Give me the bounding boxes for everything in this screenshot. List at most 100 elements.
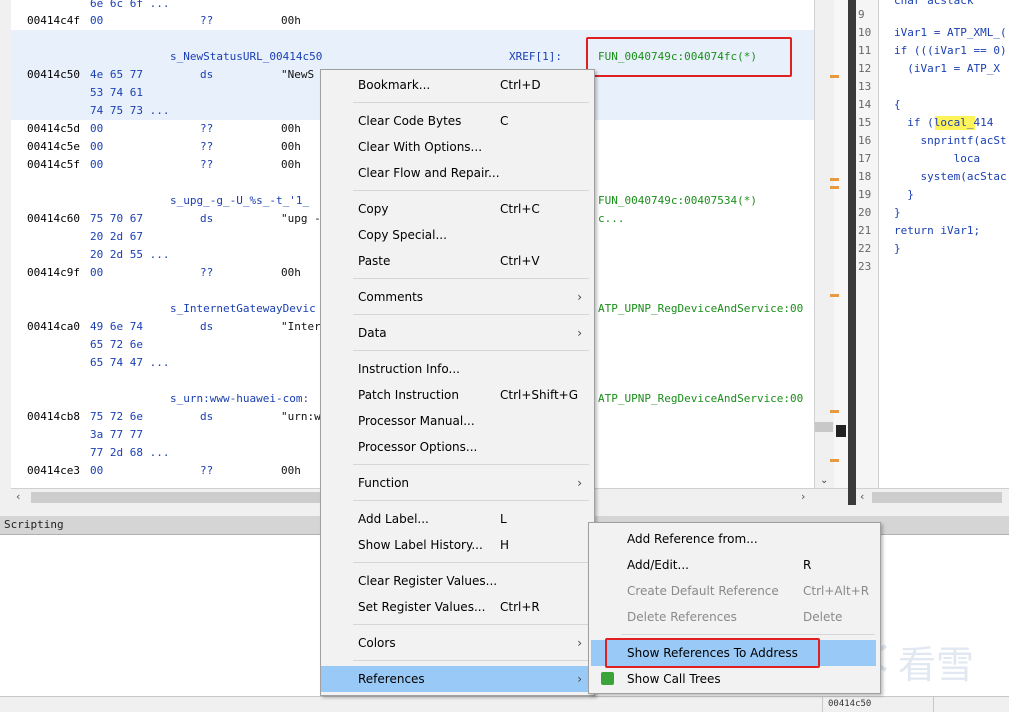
bytes-cell[interactable]: 65 72 6e [90, 336, 143, 354]
code-line[interactable]: iVar1 = ATP_XML_( [894, 24, 1007, 42]
operand-cell[interactable]: "NewS [281, 66, 314, 84]
menu-item-references[interactable]: References › [321, 666, 592, 692]
code-line[interactable]: system(acStac [894, 168, 1006, 186]
bytes-cell[interactable]: 00 [90, 12, 103, 30]
menu-item-copy-special[interactable]: Copy Special... [321, 222, 592, 248]
references-submenu[interactable]: Add Reference from... Add/Edit... R Create … [588, 522, 881, 694]
operand-cell[interactable]: 00h [281, 12, 301, 30]
menu-item-clear-flow-and-repair[interactable]: Clear Flow and Repair... [321, 160, 592, 186]
menu-item-clear-register-values[interactable]: Clear Register Values... [321, 568, 592, 594]
mnemonic-cell[interactable]: ?? [200, 12, 213, 30]
address-cell[interactable]: 00414c5f [27, 156, 80, 174]
bytes-cell[interactable]: 4e 65 77 [90, 66, 143, 84]
operand-cell[interactable]: 00h [281, 462, 301, 480]
hscroll-thumb[interactable] [872, 492, 1002, 503]
overview-marker[interactable] [830, 178, 839, 181]
address-cell[interactable]: 00414c5d [27, 120, 80, 138]
bytes-cell[interactable]: 00 [90, 462, 103, 480]
label-cell[interactable]: s_upg_-g_-U_%s_-t_'1_ [170, 192, 309, 210]
xref-link[interactable]: FUN_0040749c:00407534(*) [598, 192, 757, 210]
bytes-cell[interactable]: 74 75 73 ... [90, 102, 169, 120]
operand-cell[interactable]: "upg - [281, 210, 321, 228]
menu-item-colors[interactable]: Colors › [321, 630, 592, 656]
submenu-item-delete-references[interactable]: Delete References Delete [589, 604, 878, 630]
overview-marker[interactable] [830, 459, 839, 462]
xref-link[interactable]: ATP_UPNP_RegDeviceAndService:00 [598, 300, 803, 318]
xref-link[interactable]: c... [598, 210, 625, 228]
scroll-left-icon[interactable]: ‹ [16, 490, 20, 503]
overview-margin[interactable] [834, 0, 848, 488]
mnemonic-cell[interactable]: ds [200, 66, 213, 84]
menu-item-data[interactable]: Data › [321, 320, 592, 346]
code-line[interactable]: return iVar1; [894, 222, 980, 240]
bytes-cell[interactable]: 20 2d 55 ... [90, 246, 169, 264]
scroll-right-icon[interactable]: › [801, 490, 805, 503]
submenu-item-add-edit[interactable]: Add/Edit... R [589, 552, 878, 578]
scroll-left-icon[interactable]: ‹ [860, 490, 864, 503]
overview-marker[interactable] [830, 410, 839, 413]
submenu-item-add-reference-from[interactable]: Add Reference from... [589, 526, 878, 552]
menu-item-processor-options[interactable]: Processor Options... [321, 434, 592, 460]
code-line[interactable]: if (((iVar1 == 0) [894, 42, 1007, 60]
menu-item-clear-with-options[interactable]: Clear With Options... [321, 134, 592, 160]
mnemonic-cell[interactable]: ?? [200, 156, 213, 174]
mnemonic-cell[interactable]: ds [200, 408, 213, 426]
address-cell[interactable]: 00414c5e [27, 138, 80, 156]
bytes-cell[interactable]: 75 70 67 [90, 210, 143, 228]
bytes-cell[interactable]: 00 [90, 120, 103, 138]
label-cell[interactable]: s_InternetGatewayDevic [170, 300, 316, 318]
operand-cell[interactable]: 00h [281, 264, 301, 282]
code-line[interactable]: loca [894, 150, 981, 168]
menu-item-bookmark[interactable]: Bookmark... Ctrl+D [321, 72, 592, 98]
bytes-cell[interactable]: 77 2d 68 ... [90, 444, 169, 462]
bytes-cell[interactable]: 00 [90, 264, 103, 282]
address-cell[interactable]: 00414ca0 [27, 318, 80, 336]
menu-item-set-register-values[interactable]: Set Register Values... Ctrl+R [321, 594, 592, 620]
panel-splitter[interactable] [848, 0, 856, 505]
decompiler-horizontal-scrollbar[interactable]: ‹ [856, 488, 1009, 506]
code-line[interactable]: } [894, 186, 914, 204]
overview-marker[interactable] [830, 294, 839, 297]
menu-item-patch-instruction[interactable]: Patch Instruction Ctrl+Shift+G [321, 382, 592, 408]
operand-cell[interactable]: 00h [281, 138, 301, 156]
menu-item-function[interactable]: Function › [321, 470, 592, 496]
address-cell[interactable]: 00414ce3 [27, 462, 80, 480]
menu-item-clear-code-bytes[interactable]: Clear Code Bytes C [321, 108, 592, 134]
code-line[interactable]: { [894, 96, 901, 114]
menu-item-instruction-info[interactable]: Instruction Info... [321, 356, 592, 382]
hscroll-thumb[interactable] [31, 492, 321, 503]
mnemonic-cell[interactable]: ds [200, 210, 213, 228]
decompiler-view[interactable]: char acstack 9 10 iVar1 = ATP_XML_(11 if ((… [856, 0, 1009, 488]
label-cell[interactable]: s_NewStatusURL_00414c50 [170, 48, 322, 66]
mnemonic-cell[interactable]: ?? [200, 120, 213, 138]
operand-cell[interactable]: "Inter [281, 318, 321, 336]
bytes-cell[interactable]: 20 2d 67 [90, 228, 143, 246]
scroll-down-icon[interactable]: ⌄ [820, 475, 828, 486]
label-cell[interactable]: s_urn:www-huawei-com: [170, 390, 309, 408]
bytes-cell[interactable]: 75 72 6e [90, 408, 143, 426]
code-line[interactable]: snprintf(acSt [894, 132, 1006, 150]
operand-cell[interactable]: "urn:w [281, 408, 321, 426]
operand-cell[interactable]: 00h [281, 120, 301, 138]
bytes-cell[interactable]: 49 6e 74 [90, 318, 143, 336]
xref-link[interactable]: ATP_UPNP_RegDeviceAndService:00 [598, 390, 803, 408]
scroll-thumb[interactable] [815, 422, 833, 432]
bytes-cell[interactable]: 3a 77 77 [90, 426, 143, 444]
code-line[interactable]: (iVar1 = ATP_X [894, 60, 1000, 78]
menu-item-processor-manual[interactable]: Processor Manual... [321, 408, 592, 434]
menu-item-paste[interactable]: Paste Ctrl+V [321, 248, 592, 274]
mnemonic-cell[interactable]: ?? [200, 264, 213, 282]
code-line[interactable]: if (local_414 [894, 114, 1000, 132]
address-cell[interactable]: 00414c50 [27, 66, 80, 84]
mnemonic-cell[interactable]: ?? [200, 462, 213, 480]
overview-marker[interactable] [830, 75, 839, 78]
code-line[interactable]: } [894, 204, 901, 222]
mnemonic-cell[interactable]: ?? [200, 138, 213, 156]
overview-marker[interactable] [830, 186, 839, 189]
operand-cell[interactable]: 00h [281, 156, 301, 174]
menu-item-add-label[interactable]: Add Label... L [321, 506, 592, 532]
bytes-cell[interactable]: 00 [90, 138, 103, 156]
bytes-cell[interactable]: 53 74 61 [90, 84, 143, 102]
bytes-cell[interactable]: 00 [90, 156, 103, 174]
bytes-cell[interactable]: 65 74 47 ... [90, 354, 169, 372]
